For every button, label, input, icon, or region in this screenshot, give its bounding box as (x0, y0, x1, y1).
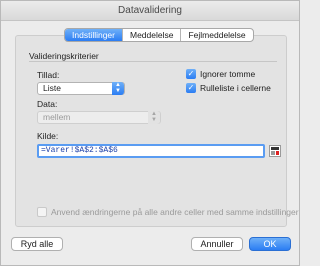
data-validation-dialog: Datavalidering Indstillinger Meddelelse … (0, 0, 300, 266)
select-arrows-icon: ▲ ▼ (112, 82, 124, 95)
allow-select-value: Liste (43, 83, 61, 93)
ok-button[interactable]: OK (249, 237, 291, 251)
range-select-icon[interactable] (269, 145, 281, 157)
allow-select[interactable]: Liste ▲ ▼ (37, 82, 125, 95)
in-cell-dropdown-label: Rulleliste i cellerne (200, 83, 271, 93)
tab-bar: Indstillinger Meddelelse Fejlmeddelelse (64, 28, 254, 42)
select-arrows-icon: ▲ ▼ (148, 111, 160, 124)
clear-all-button[interactable]: Ryd alle (11, 237, 63, 251)
ignore-blank-label: Ignorer tomme (200, 69, 256, 79)
data-select-value: mellem (43, 112, 71, 122)
source-input[interactable]: =Varer!$A$2:$A$6 (37, 144, 265, 158)
in-cell-dropdown-checkbox[interactable]: ✓ Rulleliste i cellerne (186, 83, 271, 93)
source-label: Kilde: (37, 131, 59, 141)
checkmark-icon: ✓ (186, 69, 196, 79)
data-label: Data: (37, 99, 58, 109)
window-title: Datavalidering (1, 1, 299, 21)
tab-input-message[interactable]: Meddelelse (122, 29, 180, 41)
cancel-button[interactable]: Annuller (191, 237, 243, 251)
data-select[interactable]: mellem ▲ ▼ (37, 111, 161, 124)
tab-error-alert[interactable]: Fejlmeddelelse (180, 29, 252, 41)
apply-all-label: Anvend ændringerne på alle andre celler … (51, 207, 299, 217)
checkmark-icon: ✓ (186, 83, 196, 93)
tab-settings[interactable]: Indstillinger (65, 29, 122, 41)
criteria-group-label: Valideringskriterier (29, 51, 99, 61)
ignore-blank-checkbox[interactable]: ✓ Ignorer tomme (186, 69, 255, 79)
apply-all-checkbox[interactable]: Anvend ændringerne på alle andre celler … (37, 207, 299, 217)
group-divider (29, 61, 277, 62)
allow-label: Tillad: (37, 70, 60, 80)
checkbox-box (37, 207, 47, 217)
